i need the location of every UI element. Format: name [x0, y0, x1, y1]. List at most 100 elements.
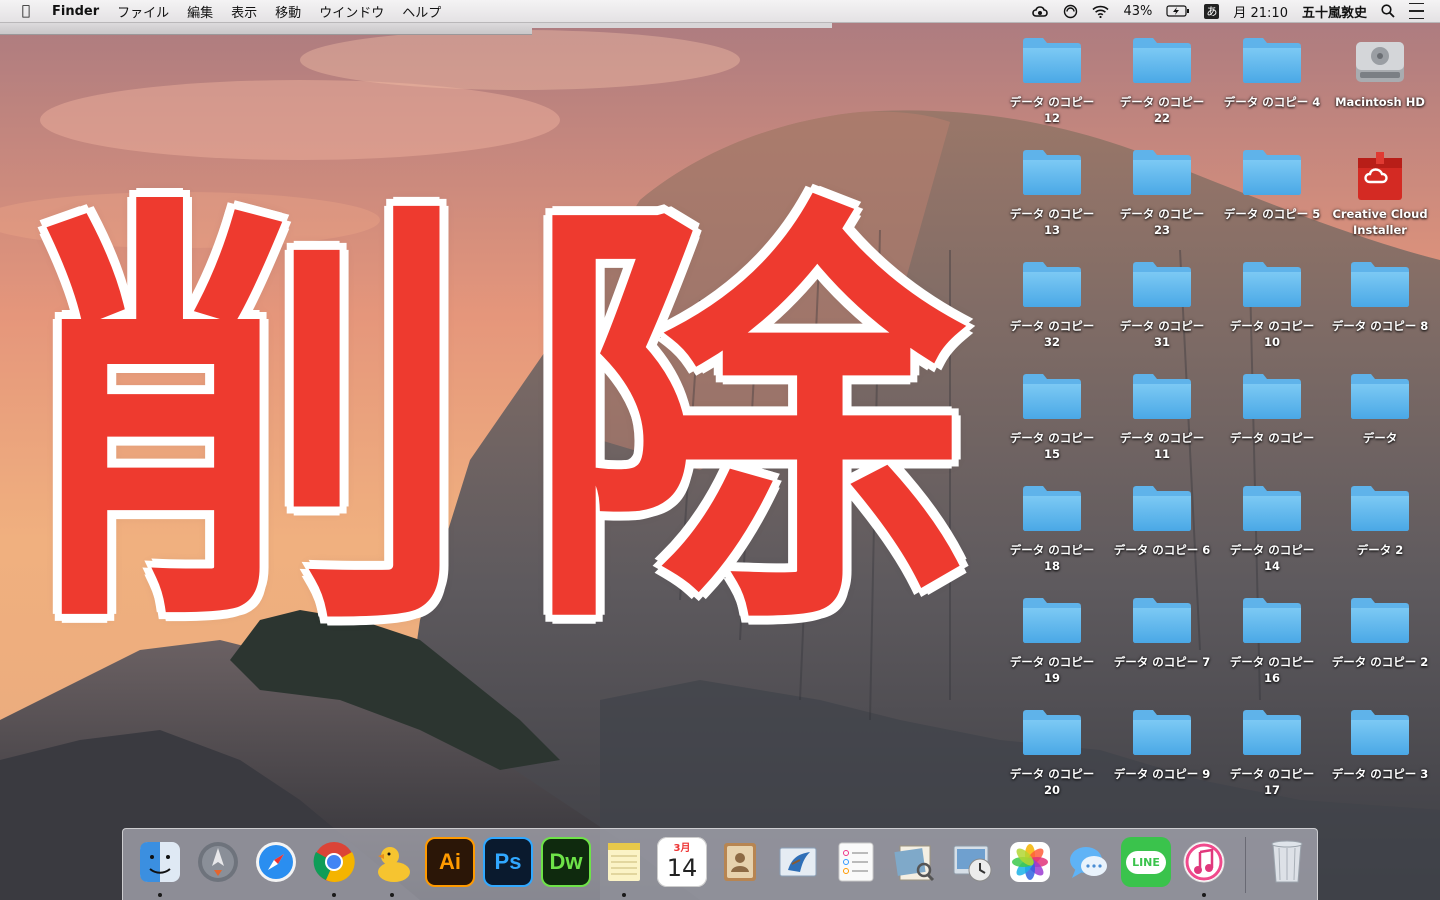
preview-icon: [889, 837, 939, 887]
icon-label-line-1: Creative Cloud: [1332, 207, 1428, 221]
desktop-folder[interactable]: データ のコピー 32: [996, 260, 1108, 350]
apple-icon[interactable]: : [16, 3, 36, 19]
desktop-folder[interactable]: データ のコピー 5: [1216, 148, 1328, 222]
spotlight-search-icon[interactable]: [1374, 0, 1402, 22]
desktop-folder[interactable]: データ のコピー 20: [996, 708, 1108, 798]
desktop-folder[interactable]: データ のコピー 6: [1106, 484, 1218, 558]
dock-safari[interactable]: [251, 837, 301, 887]
desktop-folder[interactable]: データ のコピー 9: [1106, 708, 1218, 782]
creative-cloud-installer-icon: [1348, 148, 1412, 200]
desktop-folder[interactable]: データ のコピー 16: [1216, 596, 1328, 686]
icon-label-line-1: データ のコピー: [1009, 95, 1095, 109]
desktop-folder[interactable]: データ のコピー 15: [996, 372, 1108, 462]
folder-icon: [1348, 596, 1412, 648]
desktop-folder[interactable]: データ のコピー 12: [996, 36, 1108, 126]
menu-view[interactable]: 表示: [222, 2, 266, 21]
clock[interactable]: 月 21:10: [1226, 0, 1295, 22]
desktop-folder[interactable]: データ のコピー 8: [1324, 260, 1436, 334]
folder-icon: [1130, 148, 1194, 200]
desktop-folder[interactable]: データ 2: [1324, 484, 1436, 558]
desktop-folder[interactable]: データ のコピー 18: [996, 484, 1108, 574]
desktop-folder[interactable]: データ のコピー 13: [996, 148, 1108, 238]
dock-reminders[interactable]: [831, 837, 881, 887]
desktop-folder[interactable]: データ のコピー 3: [1324, 708, 1436, 782]
icon-label: データ のコピー 6: [1106, 542, 1218, 558]
battery-charging-icon[interactable]: [1159, 0, 1197, 22]
dock-illustrator[interactable]: Ai: [425, 837, 475, 887]
desktop-installer[interactable]: Creative Cloud Installer: [1324, 148, 1436, 238]
mail-icon: [773, 837, 823, 887]
dock-cyberduck[interactable]: [367, 837, 417, 897]
icon-label-line-2: 14: [1263, 559, 1280, 573]
folder-icon: [1130, 708, 1194, 760]
icon-label-line-1: データ のコピー: [1009, 431, 1095, 445]
dock-launchpad[interactable]: [193, 837, 243, 887]
desktop-disk[interactable]: Macintosh HD: [1324, 36, 1436, 110]
input-method-icon[interactable]: あ: [1197, 0, 1226, 22]
dock-calendar[interactable]: 3月 14: [657, 837, 707, 887]
dock-photoshop[interactable]: Ps: [483, 837, 533, 887]
dock-photos[interactable]: [1005, 837, 1055, 887]
dock-finder[interactable]: [135, 837, 185, 897]
dock-line[interactable]: LINE: [1121, 837, 1171, 887]
dock-mail[interactable]: [773, 837, 823, 887]
desktop-folder[interactable]: データ のコピー: [1216, 372, 1328, 446]
user-name[interactable]: 五十嵐敦史: [1295, 0, 1374, 22]
menu-edit[interactable]: 編集: [178, 2, 222, 21]
icon-label-line-1: データ のコピー 5: [1223, 207, 1321, 221]
dock-itunes[interactable]: [1179, 837, 1229, 897]
desktop-folder[interactable]: データ のコピー 19: [996, 596, 1108, 686]
icon-label-line-1: データ のコピー: [1009, 543, 1095, 557]
menu-window[interactable]: ウインドウ: [310, 2, 393, 21]
notification-center-icon[interactable]: [1402, 0, 1440, 22]
background-window-edge[interactable]: [0, 22, 532, 35]
creative-cloud-status-icon[interactable]: [1024, 0, 1056, 22]
menu-file[interactable]: ファイル: [108, 2, 178, 21]
icon-label-line-1: データ 2: [1356, 543, 1404, 557]
desktop-folder[interactable]: データ のコピー 4: [1216, 36, 1328, 110]
menu-app-finder[interactable]: Finder: [48, 4, 108, 19]
dock-messages[interactable]: [1063, 837, 1113, 887]
desktop-folder[interactable]: データ のコピー 2: [1324, 596, 1436, 670]
running-indicator: [158, 893, 162, 897]
photos-icon: [1005, 837, 1055, 887]
launchpad-icon: [193, 837, 243, 887]
icon-label-line-2: 19: [1043, 671, 1060, 685]
sync-status-icon[interactable]: [1056, 0, 1085, 22]
icon-label-line-2: 22: [1153, 111, 1170, 125]
desktop-folder[interactable]: データ のコピー 22: [1106, 36, 1218, 126]
wifi-icon[interactable]: [1085, 0, 1116, 22]
icon-label-line-2: 16: [1263, 671, 1280, 685]
icon-label-line-1: データ のコピー: [1009, 319, 1095, 333]
desktop-folder[interactable]: データ のコピー 7: [1106, 596, 1218, 670]
dock-timemachine[interactable]: [947, 837, 997, 887]
battery-percent[interactable]: 43%: [1116, 0, 1159, 22]
folder-icon: [1130, 260, 1194, 312]
dock-chrome[interactable]: [309, 837, 359, 897]
dock-trash[interactable]: [1262, 837, 1312, 887]
dock-dreamweaver[interactable]: Dw: [541, 837, 591, 887]
running-indicator: [1202, 893, 1206, 897]
dock-preview[interactable]: [889, 837, 939, 887]
desktop-folder[interactable]: データ のコピー 10: [1216, 260, 1328, 350]
icon-label-line-1: データ のコピー 6: [1113, 543, 1211, 557]
photoshop-label: Ps: [494, 849, 522, 874]
icon-label: データ のコピー 4: [1216, 94, 1328, 110]
desktop-folder[interactable]: データ: [1324, 372, 1436, 446]
icon-label-line-1: データ のコピー: [1119, 431, 1205, 445]
icon-label-line-2: 31: [1153, 335, 1170, 349]
menu-help[interactable]: ヘルプ: [393, 2, 450, 21]
desktop-folder[interactable]: データ のコピー 11: [1106, 372, 1218, 462]
overlay-char-2: 除: [525, 161, 965, 678]
desktop-folder[interactable]: データ のコピー 14: [1216, 484, 1328, 574]
desktop-folder[interactable]: データ のコピー 17: [1216, 708, 1328, 798]
dock-contacts[interactable]: [715, 837, 765, 887]
icon-label-line-2: 10: [1263, 335, 1280, 349]
dock-notes[interactable]: [599, 837, 649, 897]
folder-icon: [1240, 372, 1304, 424]
menu-go[interactable]: 移動: [266, 2, 310, 21]
desktop-folder[interactable]: データ のコピー 23: [1106, 148, 1218, 238]
dreamweaver-icon: Dw: [541, 837, 591, 887]
desktop-folder[interactable]: データ のコピー 31: [1106, 260, 1218, 350]
icon-label: データ 2: [1324, 542, 1436, 558]
